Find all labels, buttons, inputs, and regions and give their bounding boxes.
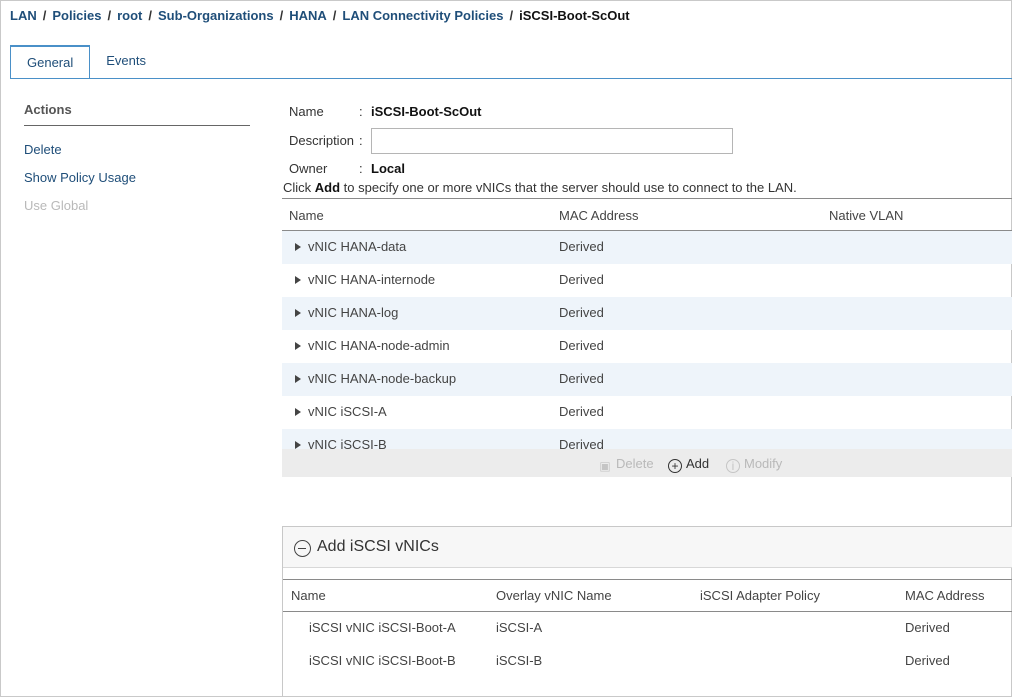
add-vnic-button[interactable]: + Add — [668, 456, 709, 473]
table-row[interactable]: iSCSI vNIC iSCSI-Boot-A iSCSI-A Derived — [283, 612, 1012, 645]
actions-panel: Actions Delete Show Policy Usage Use Glo… — [24, 102, 250, 213]
table-row[interactable]: vNIC HANA-node-admin Derived — [282, 330, 1012, 363]
col-overlay-vnic-name[interactable]: Overlay vNIC Name — [496, 588, 612, 603]
add-hint: Click Add to specify one or more vNICs t… — [283, 180, 797, 195]
expand-caret-icon[interactable] — [295, 342, 301, 350]
table-row[interactable]: vNIC HANA-internode Derived — [282, 264, 1012, 297]
name-row: Name: iSCSI-Boot-ScOut — [289, 104, 482, 119]
show-policy-usage-action[interactable]: Show Policy Usage — [24, 170, 250, 185]
vnic-table: Name MAC Address Native VLAN vNIC HANA-d… — [282, 198, 1012, 451]
tab-general[interactable]: General — [10, 45, 91, 79]
description-row: Description: — [289, 133, 363, 148]
iscsi-table-header: Name Overlay vNIC Name iSCSI Adapter Pol… — [283, 579, 1012, 612]
tab-divider — [10, 78, 1012, 79]
breadcrumb-lan[interactable]: LAN — [10, 8, 37, 23]
name-label: Name — [289, 104, 324, 119]
expand-caret-icon[interactable] — [295, 276, 301, 284]
expand-caret-icon[interactable] — [295, 441, 301, 449]
table-row[interactable]: vNIC HANA-log Derived — [282, 297, 1012, 330]
col-name[interactable]: Name — [291, 588, 326, 603]
iscsi-panel-header[interactable]: Add iSCSI vNICs — [283, 527, 1012, 568]
tab-events[interactable]: Events — [90, 45, 162, 79]
col-mac-address[interactable]: MAC Address — [559, 208, 638, 223]
iscsi-panel-title: Add iSCSI vNICs — [317, 538, 439, 555]
expand-caret-icon[interactable] — [295, 375, 301, 383]
col-name[interactable]: Name — [289, 208, 324, 223]
trash-icon: ▣ — [599, 459, 611, 473]
owner-value: Local — [371, 161, 405, 176]
plus-circle-icon: + — [668, 459, 682, 473]
table-row[interactable]: vNIC iSCSI-A Derived — [282, 396, 1012, 429]
modify-vnic-button: i Modify — [726, 456, 782, 473]
breadcrumb: LAN / Policies / root / Sub-Organizations / HANA… — [10, 8, 630, 23]
name-value: iSCSI-Boot-ScOut — [371, 104, 482, 119]
owner-label: Owner — [289, 161, 328, 176]
expand-caret-icon[interactable] — [295, 408, 301, 416]
vnic-table-toolbar: ▣ Delete + Add i Modify — [282, 449, 1012, 477]
vnic-table-header: Name MAC Address Native VLAN — [282, 198, 1012, 231]
table-row[interactable]: vNIC HANA-data Derived — [282, 231, 1012, 264]
description-label: Description — [289, 133, 355, 148]
use-global-action: Use Global — [24, 198, 89, 213]
col-mac-address[interactable]: MAC Address — [905, 588, 984, 603]
breadcrumb-root[interactable]: root — [117, 8, 142, 23]
expand-caret-icon[interactable] — [295, 243, 301, 251]
table-row[interactable]: vNIC HANA-node-backup Derived — [282, 363, 1012, 396]
iscsi-vnics-panel: Add iSCSI vNICs Name Overlay vNIC Name i… — [282, 526, 1012, 697]
expand-caret-icon[interactable] — [295, 309, 301, 317]
breadcrumb-sub-organizations[interactable]: Sub-Organizations — [158, 8, 274, 23]
owner-row: Owner: Local — [289, 161, 405, 176]
collapse-minus-icon[interactable] — [294, 540, 311, 557]
description-input[interactable] — [371, 128, 733, 154]
table-row[interactable]: iSCSI vNIC iSCSI-Boot-B iSCSI-B Derived — [283, 645, 1012, 678]
breadcrumb-policies[interactable]: Policies — [52, 8, 101, 23]
table-row[interactable]: vNIC iSCSI-B Derived — [282, 429, 1012, 451]
breadcrumb-hana[interactable]: HANA — [289, 8, 327, 23]
col-native-vlan[interactable]: Native VLAN — [829, 208, 903, 223]
tab-bar: General Events — [10, 45, 162, 79]
breadcrumb-current: iSCSI-Boot-ScOut — [519, 8, 630, 23]
delete-action[interactable]: Delete — [24, 142, 250, 157]
col-iscsi-adapter-policy[interactable]: iSCSI Adapter Policy — [700, 588, 820, 603]
info-circle-icon: i — [726, 459, 740, 473]
delete-vnic-button: ▣ Delete — [599, 456, 654, 473]
actions-title: Actions — [24, 102, 250, 126]
add-hint-bold: Add — [314, 180, 341, 195]
breadcrumb-lan-connectivity-policies[interactable]: LAN Connectivity Policies — [342, 8, 503, 23]
